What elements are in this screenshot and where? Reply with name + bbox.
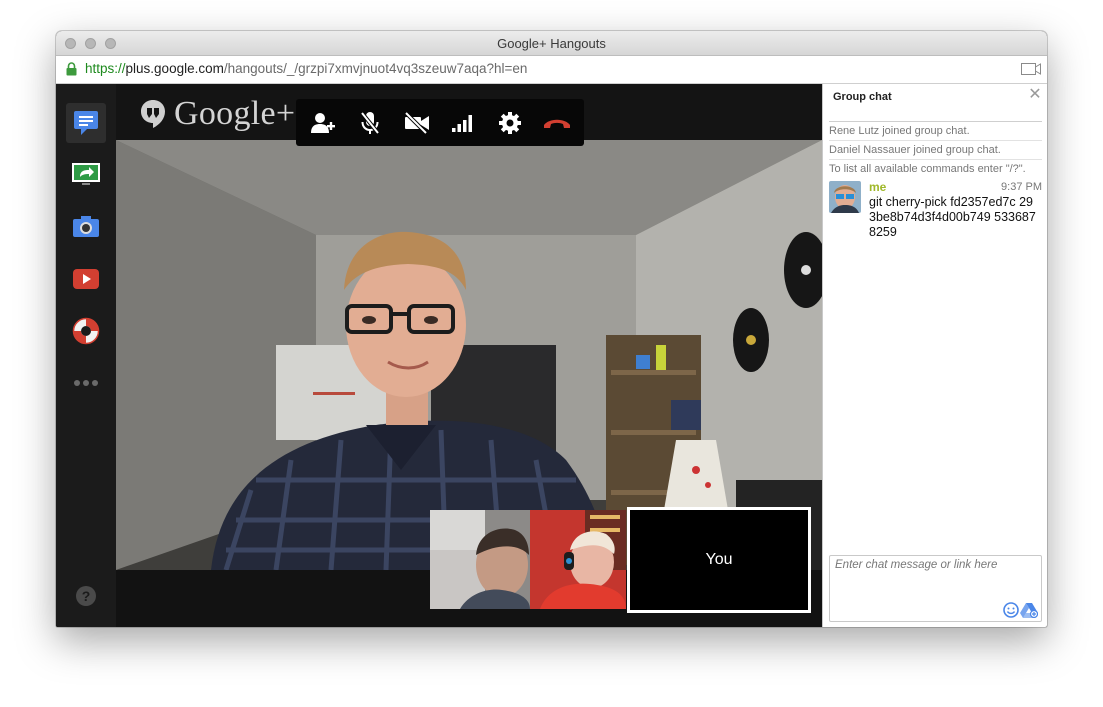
screenshare-icon — [72, 163, 100, 185]
sidebar-item-camera[interactable] — [66, 207, 106, 247]
lock-icon — [66, 62, 77, 76]
settings-icon — [498, 111, 521, 134]
emoji-icon[interactable] — [1003, 602, 1019, 618]
participant-thumbnail[interactable] — [530, 510, 626, 609]
youtube-icon — [73, 269, 99, 289]
main-video — [116, 140, 822, 570]
participant-strip: You — [430, 507, 811, 613]
call-toolbar — [296, 99, 584, 146]
message-text: git cherry-pick fd2357ed7c 293be8b74d3f4… — [869, 195, 1036, 239]
system-message: Rene Lutz joined group chat. — [829, 121, 1042, 137]
chat-icon — [74, 111, 98, 135]
camera-icon — [73, 216, 99, 237]
sidebar-item-screenshare[interactable] — [66, 155, 106, 195]
hangouts-app: ? Google+ You Group chat ✕ Rene Lutz joi… — [56, 84, 1047, 627]
sidebar-item-more[interactable] — [66, 363, 106, 403]
turn-off-camera-button[interactable] — [397, 103, 437, 143]
google-plus-wordmark: Google+ — [174, 95, 296, 132]
url-path: /hangouts/_/grzpi7xmvjnuot4vq3szeuw7aqa?… — [223, 61, 528, 76]
invite-people-button[interactable] — [303, 103, 343, 143]
message-time: 9:37 PM — [1001, 181, 1042, 193]
system-message: To list all available commands enter "/?… — [829, 159, 1042, 175]
lifebuoy-icon — [72, 317, 100, 345]
drive-icon[interactable] — [1020, 602, 1038, 618]
close-icon: ✕ — [1028, 86, 1042, 103]
signal-icon — [452, 114, 473, 132]
browser-window: Google+ Hangouts https://plus.google.com… — [56, 31, 1047, 627]
settings-button[interactable] — [490, 103, 530, 143]
sidebar-item-help-app[interactable] — [66, 311, 106, 351]
participant-video — [530, 510, 626, 609]
url-text[interactable]: https://plus.google.com/hangouts/_/grzpi… — [85, 61, 527, 76]
close-chat-button[interactable]: ✕ — [1027, 87, 1043, 103]
sidebar-item-chat[interactable] — [66, 103, 106, 143]
self-view-label: You — [705, 551, 733, 568]
self-view[interactable]: You — [627, 507, 811, 613]
chat-title: Group chat — [833, 91, 892, 103]
group-chat-panel: Group chat ✕ Rene Lutz joined group chat… — [822, 84, 1047, 627]
chat-input-box[interactable] — [829, 555, 1042, 622]
camera-permission-icon[interactable] — [1021, 62, 1041, 76]
avatar[interactable] — [829, 181, 861, 213]
url-scheme: https:// — [85, 61, 126, 76]
hangouts-logo-icon — [141, 100, 165, 128]
app-sidebar: ? — [56, 84, 116, 627]
window-title: Google+ Hangouts — [497, 36, 606, 51]
hang-up-button[interactable] — [537, 103, 577, 143]
google-plus-logo: Google+ — [140, 95, 296, 132]
video-frame — [116, 140, 822, 570]
camera-off-icon — [404, 111, 429, 134]
mic-muted-icon — [360, 111, 380, 134]
add-person-icon — [311, 112, 336, 133]
sidebar-item-youtube[interactable] — [66, 259, 106, 299]
mute-microphone-button[interactable] — [350, 103, 390, 143]
hang-up-icon — [543, 119, 570, 128]
message-author: me — [869, 180, 887, 194]
help-button[interactable]: ? — [76, 586, 96, 606]
bandwidth-button[interactable] — [443, 103, 483, 143]
url-host: plus.google.com — [125, 61, 224, 76]
system-message: Daniel Nassauer joined group chat. — [829, 140, 1042, 156]
participant-video — [430, 510, 530, 609]
more-icon — [74, 380, 98, 386]
chat-message-input[interactable] — [833, 558, 1037, 572]
title-bar: Google+ Hangouts — [56, 31, 1047, 56]
address-bar[interactable]: https://plus.google.com/hangouts/_/grzpi… — [56, 56, 1047, 84]
participant-thumbnail[interactable] — [430, 510, 530, 609]
avatar-image — [829, 181, 861, 213]
